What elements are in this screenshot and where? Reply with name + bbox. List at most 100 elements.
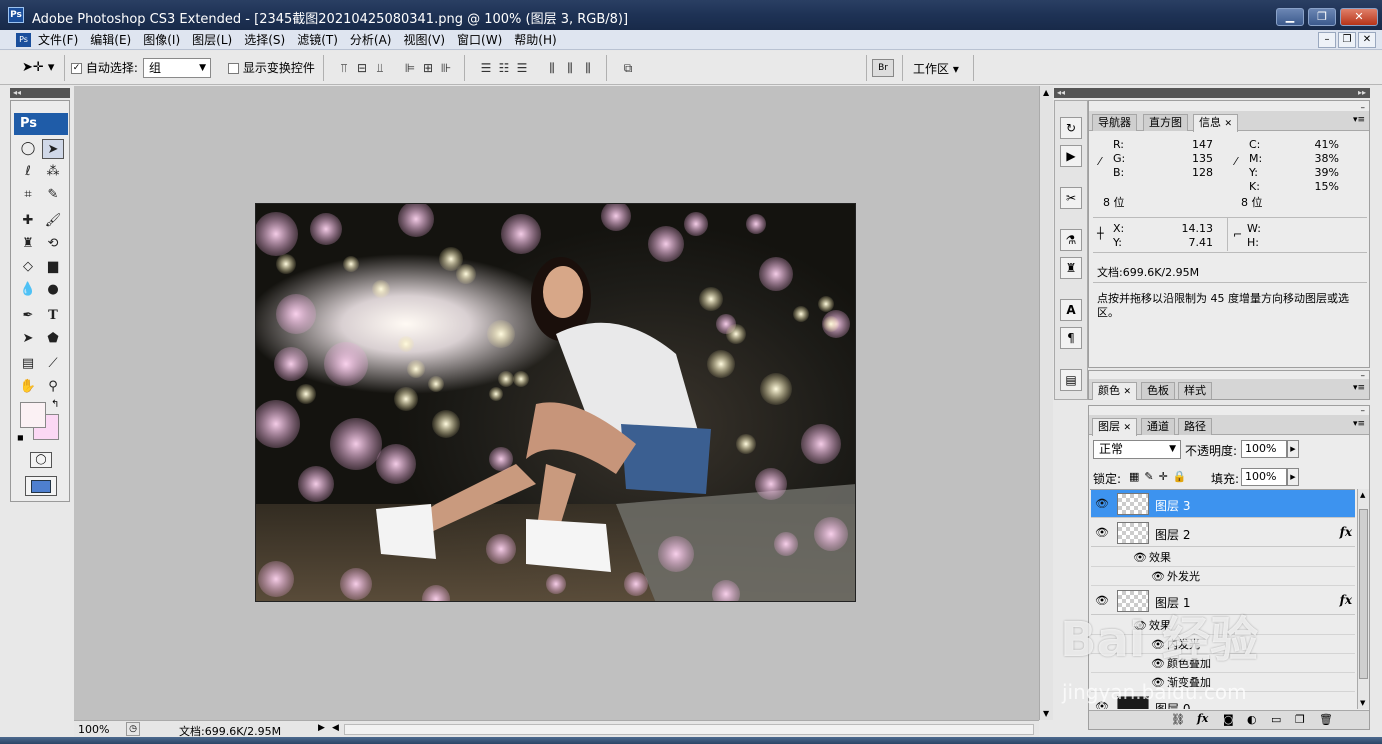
align-bottom-icon[interactable]: ⫫ <box>372 61 388 75</box>
scroll-left-icon[interactable]: ◀ <box>332 723 339 733</box>
quick-mask-icon[interactable]: ◯ <box>30 452 52 468</box>
status-menu-icon[interactable]: ◷ <box>126 722 140 736</box>
tab-navigator[interactable]: 导航器 <box>1092 114 1137 131</box>
doc-close-button[interactable]: ✕ <box>1358 32 1376 48</box>
effect-row[interactable]: 👁 外发光 <box>1091 567 1355 586</box>
character-panel-icon[interactable]: A <box>1060 299 1082 321</box>
adjustment-layer-icon[interactable]: ◐ <box>1247 713 1257 726</box>
align-top-icon[interactable]: ⫪ <box>336 61 352 75</box>
auto-select-dropdown[interactable]: 组 ▼ <box>143 58 211 78</box>
scroll-down-icon[interactable]: ▼ <box>1360 699 1365 707</box>
menu-item-0[interactable]: 文件(F) <box>38 32 85 48</box>
panel-header[interactable]: ▸▸ <box>1088 88 1370 98</box>
visibility-eye-icon[interactable]: 👁 <box>1133 548 1147 567</box>
fill-slider-icon[interactable]: ▶ <box>1287 468 1299 486</box>
history-panel-icon[interactable]: ↻ <box>1060 117 1082 139</box>
menu-item-1[interactable]: 编辑(E) <box>90 32 138 48</box>
screen-mode-icon[interactable] <box>25 476 57 496</box>
menu-item-7[interactable]: 视图(V) <box>403 32 452 48</box>
stamp-tool-icon[interactable]: ♜ <box>17 234 39 254</box>
auto-select-checkbox[interactable]: ✓ <box>71 63 82 74</box>
fill-input[interactable]: 100% <box>1241 468 1287 486</box>
layers-scrollbar[interactable]: ▲ ▼ <box>1357 489 1369 709</box>
new-group-icon[interactable]: ▭ <box>1271 713 1281 726</box>
tab-histogram[interactable]: 直方图 <box>1143 114 1188 131</box>
scroll-up-icon[interactable]: ▲ <box>1360 491 1365 499</box>
swap-colors-icon[interactable]: ↰ <box>51 399 59 410</box>
delete-layer-icon[interactable]: 🗑 <box>1319 713 1333 726</box>
magic-wand-icon[interactable]: ⁂ <box>42 162 64 182</box>
tab-layers[interactable]: 图层 ✕ <box>1092 418 1138 436</box>
tab-channels[interactable]: 通道 <box>1141 418 1175 435</box>
workspace-menu[interactable]: 工作区 ▾ <box>913 60 959 77</box>
blend-mode-select[interactable]: 正常 ▼ <box>1093 440 1181 459</box>
distribute-right-icon[interactable]: ⫼ <box>580 61 596 75</box>
path-select-icon[interactable]: ➤ <box>17 329 39 349</box>
toolbox-header[interactable]: ◂◂ <box>10 88 70 98</box>
close-button[interactable]: ✕ <box>1340 8 1378 26</box>
close-icon[interactable]: ✕ <box>1124 387 1132 397</box>
fx-icon[interactable]: fx <box>1340 593 1352 607</box>
align-vcenter-icon[interactable]: ⊟ <box>354 61 370 75</box>
healing-brush-icon[interactable]: ✚ <box>17 211 39 231</box>
lock-icons[interactable]: ▦✎✛🔒 <box>1129 470 1192 483</box>
opacity-slider-icon[interactable]: ▶ <box>1287 440 1299 458</box>
fx-icon[interactable]: fx <box>1340 525 1352 539</box>
effects-row[interactable]: 👁 效果 <box>1091 548 1355 567</box>
menu-item-5[interactable]: 滤镜(T) <box>297 32 345 48</box>
default-colors-icon[interactable]: ◼ <box>17 433 24 442</box>
visibility-eye-icon[interactable]: 👁 <box>1151 567 1165 586</box>
menu-item-3[interactable]: 图层(L) <box>192 32 239 48</box>
marquee-tool-icon[interactable]: ◯ <box>17 139 39 159</box>
vertical-scrollbar[interactable]: ▲ ▼ <box>1039 86 1053 720</box>
type-tool-icon[interactable]: T <box>42 306 64 326</box>
new-layer-icon[interactable]: ❐ <box>1295 713 1305 726</box>
close-icon[interactable]: ✕ <box>1124 423 1132 433</box>
panel-menu-icon[interactable]: ▾≡ <box>1353 419 1365 429</box>
show-transform-checkbox[interactable] <box>228 63 239 74</box>
layer-row-3[interactable]: 👁 图层 3 <box>1091 490 1355 518</box>
tab-info[interactable]: 信息 ✕ <box>1193 114 1239 132</box>
layer-row-2[interactable]: 👁 图层 2 fx <box>1091 519 1355 547</box>
distribute-left-icon[interactable]: ⫼ <box>544 61 560 75</box>
add-style-icon[interactable]: fx <box>1197 712 1208 725</box>
clone-source-icon[interactable]: ♜ <box>1060 257 1082 279</box>
lasso-tool-icon[interactable]: ℓ <box>17 162 39 182</box>
document-icon[interactable]: Ps <box>16 33 31 47</box>
tab-color[interactable]: 颜色 ✕ <box>1092 382 1138 400</box>
scroll-up-icon[interactable]: ▲ <box>1043 88 1049 97</box>
gradient-tool-icon[interactable]: ▆ <box>42 257 64 277</box>
doc-minimize-button[interactable]: – <box>1318 32 1336 48</box>
tab-styles[interactable]: 样式 <box>1178 382 1212 399</box>
distribute-vcenter-icon[interactable]: ☷ <box>496 61 512 75</box>
dock-header[interactable]: ◂◂ <box>1054 88 1088 98</box>
layer-comps-icon[interactable]: ▤ <box>1060 369 1082 391</box>
notes-tool-icon[interactable]: ▤ <box>17 354 39 374</box>
horizontal-scrollbar[interactable] <box>344 724 1034 735</box>
restore-button[interactable]: ❐ <box>1308 8 1336 26</box>
dodge-tool-icon[interactable]: ● <box>42 280 64 300</box>
eraser-tool-icon[interactable]: ◇ <box>17 257 39 277</box>
scroll-down-icon[interactable]: ▼ <box>1043 709 1049 718</box>
link-layers-icon[interactable]: ⛓ <box>1171 713 1185 726</box>
scroll-thumb[interactable] <box>1359 509 1368 679</box>
eyedropper-icon[interactable]: ⟋ <box>42 354 64 374</box>
add-mask-icon[interactable]: ◙ <box>1223 713 1234 726</box>
move-tool-preset-icon[interactable]: ➤✛ ▾ <box>22 60 54 75</box>
menu-item-4[interactable]: 选择(S) <box>244 32 292 48</box>
zoom-tool-icon[interactable]: ⚲ <box>42 377 64 397</box>
menu-item-6[interactable]: 分析(A) <box>350 32 399 48</box>
bridge-icon[interactable]: Br <box>872 59 894 77</box>
tab-swatches[interactable]: 色板 <box>1141 382 1175 399</box>
document-image[interactable] <box>255 203 856 602</box>
align-left-icon[interactable]: ⊫ <box>402 61 418 75</box>
visibility-eye-icon[interactable]: 👁 <box>1095 497 1109 510</box>
visibility-eye-icon[interactable]: 👁 <box>1095 526 1109 539</box>
menu-item-9[interactable]: 帮助(H) <box>514 32 563 48</box>
pen-tool-icon[interactable]: ✒ <box>17 306 39 326</box>
panel-menu-icon[interactable]: ▾≡ <box>1353 115 1365 125</box>
status-arrow-icon[interactable]: ▶ <box>318 723 325 733</box>
opacity-input[interactable]: 100% <box>1241 440 1287 458</box>
menu-item-8[interactable]: 窗口(W) <box>457 32 509 48</box>
zoom-level[interactable]: 100% <box>78 723 109 736</box>
